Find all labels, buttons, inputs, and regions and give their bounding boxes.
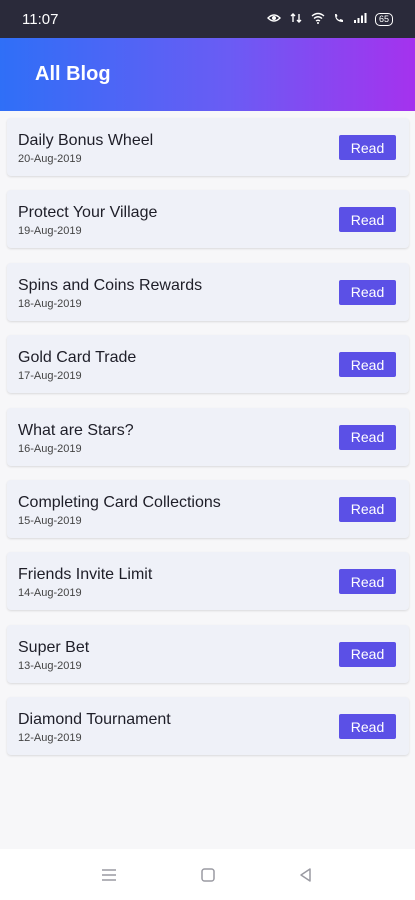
blog-title: Gold Card Trade [18,349,137,367]
wifi-icon [311,12,325,27]
read-button[interactable]: Read [339,569,396,595]
status-icons: 65 [266,12,393,27]
blog-title: Completing Card Collections [18,493,221,511]
read-button[interactable]: Read [339,714,396,740]
blog-card[interactable]: Gold Card Trade 17-Aug-2019 Read [7,335,409,394]
menu-icon[interactable] [100,866,118,884]
blog-card[interactable]: Daily Bonus Wheel 20-Aug-2019 Read [7,118,409,176]
home-icon[interactable] [199,866,217,884]
blog-date: 14-Aug-2019 [18,587,82,600]
signal-icon [353,12,367,27]
read-button[interactable]: Read [339,424,396,450]
app-header: All Blog [0,38,415,111]
blog-title: Super Bet [18,638,90,656]
blog-date: 16-Aug-2019 [18,442,82,455]
blog-card[interactable]: Diamond Tournament 12-Aug-2019 Read [7,697,409,756]
read-button[interactable]: Read [339,207,396,233]
blog-title: Diamond Tournament [18,711,171,729]
blog-title: Daily Bonus Wheel [18,132,154,149]
blog-title: Protect Your Village [18,204,158,222]
blog-card[interactable]: Spins and Coins Rewards 18-Aug-2019 Read [7,262,409,321]
read-button[interactable]: Read [339,135,396,160]
read-button[interactable]: Read [339,279,396,305]
system-nav-bar [0,849,415,900]
blog-date: 12-Aug-2019 [18,732,82,745]
data-icon [289,12,303,27]
status-bar: 11:07 65 [0,0,415,38]
back-icon[interactable] [297,866,315,884]
blog-title: Friends Invite Limit [18,566,153,584]
blog-date: 20-Aug-2019 [18,153,82,165]
read-button[interactable]: Read [339,496,396,522]
blog-date: 18-Aug-2019 [18,297,82,310]
status-time: 11:07 [22,10,59,28]
blog-card[interactable]: Completing Card Collections 15-Aug-2019 … [7,479,409,538]
eye-icon [266,12,281,27]
blog-title: Spins and Coins Rewards [18,276,203,294]
blog-date: 15-Aug-2019 [18,514,82,527]
read-button[interactable]: Read [339,641,396,667]
blog-date: 17-Aug-2019 [18,370,82,383]
call-icon [333,12,345,27]
page-title: All Blog [35,63,111,85]
battery-icon: 65 [374,12,393,26]
blog-list: Daily Bonus Wheel 20-Aug-2019 Read Prote… [7,118,409,770]
blog-card[interactable]: Protect Your Village 19-Aug-2019 Read [7,190,409,249]
blog-card[interactable]: What are Stars? 16-Aug-2019 Read [7,407,409,466]
blog-date: 19-Aug-2019 [18,225,82,238]
blog-title: What are Stars? [18,421,134,439]
read-button[interactable]: Read [339,352,396,378]
blog-card[interactable]: Friends Invite Limit 14-Aug-2019 Read [7,552,409,611]
blog-card[interactable]: Super Bet 13-Aug-2019 Read [7,624,409,683]
blog-date: 13-Aug-2019 [18,659,82,672]
